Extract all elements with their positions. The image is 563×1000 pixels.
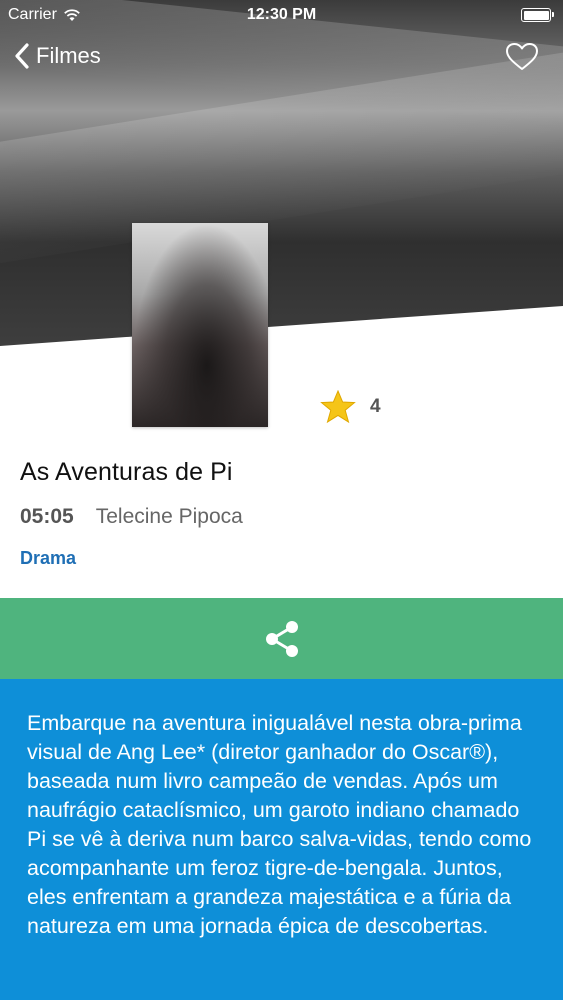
movie-poster	[132, 223, 268, 427]
genre-label[interactable]: Drama	[20, 548, 76, 569]
channel-name: Telecine Pipoca	[95, 505, 243, 528]
movie-title: As Aventuras de Pi	[20, 458, 233, 486]
synopsis-section: Embarque na aventura inigualável nesta o…	[0, 679, 563, 1000]
battery-level	[523, 10, 549, 20]
navigation-bar: Filmes	[0, 36, 563, 80]
share-button[interactable]	[0, 598, 563, 679]
rating-value: 4	[370, 396, 381, 417]
favorite-button[interactable]	[505, 42, 539, 72]
rating: 4	[320, 390, 381, 424]
back-button[interactable]: Filmes	[14, 42, 101, 70]
schedule-time: 05:05	[20, 505, 74, 528]
schedule-info: 05:05 Telecine Pipoca	[20, 505, 243, 529]
star-icon	[320, 390, 356, 424]
chevron-left-icon	[15, 43, 29, 69]
battery-icon	[521, 8, 554, 22]
share-icon	[265, 620, 298, 657]
status-time: 12:30 PM	[246, 6, 317, 23]
heart-outline-icon	[506, 43, 538, 70]
synopsis-text: Embarque na aventura inigualável nesta o…	[27, 711, 532, 938]
status-bar: Carrier 12:30 PM	[0, 0, 563, 30]
back-label: Filmes	[36, 43, 101, 68]
